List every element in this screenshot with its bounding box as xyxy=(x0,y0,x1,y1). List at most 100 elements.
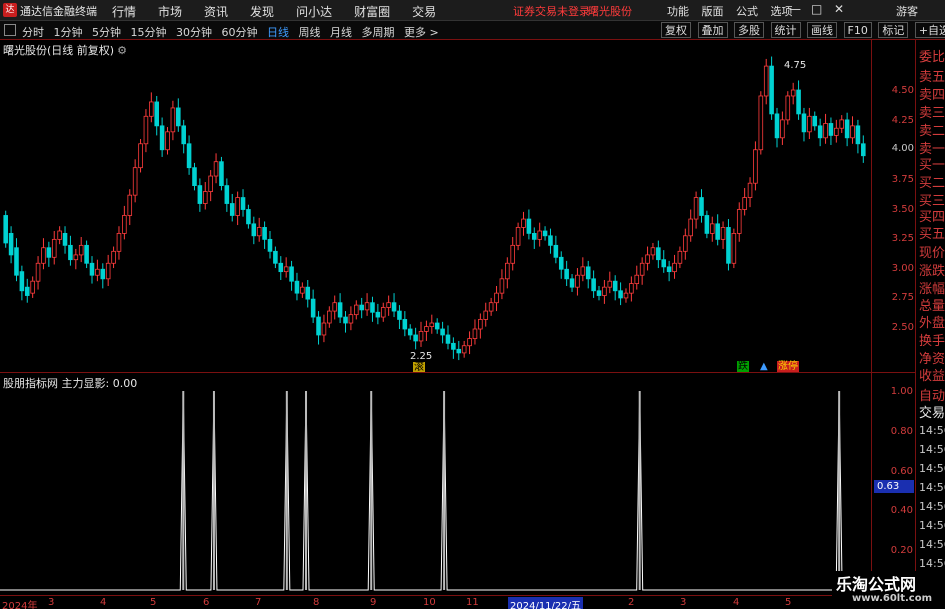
candle-body xyxy=(780,119,785,139)
multi-stock-button[interactable]: 多股 xyxy=(734,22,764,38)
sidebar-item-ask4[interactable]: 卖四 xyxy=(919,84,945,103)
sidebar-item-trade[interactable]: 交易 xyxy=(919,402,945,421)
candle-body xyxy=(294,280,300,294)
sidebar-item-outer[interactable]: 外盘 xyxy=(919,312,945,331)
menu-item-ask[interactable]: 问小达 xyxy=(296,3,332,20)
main-menu: 行情 市场 资讯 发现 问小达 财富圈 交易 xyxy=(112,3,458,20)
candle-body xyxy=(440,328,445,336)
candle-body xyxy=(3,215,8,244)
candle-body xyxy=(661,259,667,268)
tab-1min[interactable]: 1分钟 xyxy=(54,24,83,40)
indicator-tick: 0.40 xyxy=(890,505,913,516)
candle-body xyxy=(418,330,424,342)
candle-body xyxy=(305,286,311,300)
overlay-button[interactable]: 叠加 xyxy=(697,22,728,38)
sidebar-item-turnover[interactable]: 换手 xyxy=(919,330,945,349)
cursor-date: 2024/11/22/五 xyxy=(508,597,584,609)
minimize-icon[interactable]: — xyxy=(789,2,801,16)
tab-30min[interactable]: 30分钟 xyxy=(176,24,212,40)
tab-weekly[interactable]: 周线 xyxy=(299,24,321,40)
current-stock-link[interactable]: 曙光股份 xyxy=(588,3,632,19)
tab-60min[interactable]: 60分钟 xyxy=(222,24,258,40)
sidebar-item-change[interactable]: 涨跌 xyxy=(919,260,945,279)
menu-item-function[interactable]: 功能 xyxy=(667,3,689,19)
candle-body xyxy=(855,125,861,145)
menu-item-discover[interactable]: 发现 xyxy=(250,3,274,20)
candle-body xyxy=(176,107,181,127)
sidebar-item-price[interactable]: 现价 xyxy=(919,242,945,261)
tab-15min[interactable]: 15分钟 xyxy=(131,24,167,40)
sidebar-item-bid2[interactable]: 买二 xyxy=(919,172,945,191)
candle-body xyxy=(165,131,170,151)
statistics-button[interactable]: 统计 xyxy=(770,22,801,38)
candle-body xyxy=(451,342,456,350)
candlestick-plot xyxy=(3,56,866,361)
tick-time: 14:56 xyxy=(919,424,945,437)
candle-body xyxy=(580,266,586,276)
candle-body xyxy=(666,266,672,273)
candle-body xyxy=(542,230,548,237)
layout-toggle-icon[interactable] xyxy=(4,24,16,36)
menu-item-formula[interactable]: 公式 xyxy=(736,3,758,19)
close-icon[interactable]: ✕ xyxy=(834,2,844,16)
indicator-tick: 0.20 xyxy=(890,545,913,556)
menu-item-trade[interactable]: 交易 xyxy=(412,3,436,20)
draw-line-button[interactable]: 画线 xyxy=(807,22,837,38)
tab-timeshare[interactable]: 分时 xyxy=(22,24,44,40)
guest-label[interactable]: 游客 xyxy=(896,3,918,19)
candle-body xyxy=(78,244,84,256)
adjust-button[interactable]: 复权 xyxy=(661,22,691,38)
mark-button[interactable]: 标记 xyxy=(878,22,909,38)
candle-body xyxy=(709,223,715,234)
tab-5min[interactable]: 5分钟 xyxy=(92,24,121,40)
candle-body xyxy=(100,268,106,280)
tab-daily[interactable]: 日线 xyxy=(267,24,289,40)
candle-body xyxy=(24,286,30,296)
candle-body xyxy=(505,262,510,280)
menu-item-news[interactable]: 资讯 xyxy=(204,3,228,20)
sidebar-item-ask5[interactable]: 卖五 xyxy=(919,66,945,85)
indicator-plot xyxy=(0,390,868,591)
candle-body xyxy=(467,338,472,347)
candle-body xyxy=(348,314,354,324)
candle-body xyxy=(229,203,235,216)
sidebar-item-bid1[interactable]: 买一 xyxy=(919,154,945,173)
candle-body xyxy=(407,328,413,336)
menu-item-market[interactable]: 市场 xyxy=(158,3,182,20)
add-watchlist-button[interactable]: +自选 xyxy=(914,22,945,38)
candle-body xyxy=(602,286,607,296)
indicator-chart[interactable] xyxy=(0,373,915,595)
period-bar: 分时 1分钟 5分钟 15分钟 30分钟 60分钟 日线 周线 月线 多周期 更… xyxy=(0,21,945,40)
f10-button[interactable]: F10 xyxy=(843,22,872,38)
date-tick: 2 xyxy=(628,597,635,608)
settings-icon[interactable]: ⚙ xyxy=(117,44,127,57)
tab-monthly[interactable]: 月线 xyxy=(330,24,352,40)
sidebar-item-ask2[interactable]: 卖二 xyxy=(919,120,945,139)
candle-body xyxy=(170,107,176,133)
login-status[interactable]: 证券交易未登录 xyxy=(513,3,590,19)
sidebar-item-bid5[interactable]: 买五 xyxy=(919,223,945,242)
sidebar-item-ask3[interactable]: 卖三 xyxy=(919,102,945,121)
tab-multi-period[interactable]: 多周期 xyxy=(362,24,395,40)
date-tick: 4 xyxy=(100,597,107,608)
candle-body xyxy=(429,322,435,328)
candle-body xyxy=(742,197,747,210)
candle-body xyxy=(596,290,602,296)
candle-body xyxy=(105,262,111,280)
candle-body xyxy=(186,143,192,169)
candle-body xyxy=(273,250,278,264)
tick-time: 14:56 xyxy=(919,557,945,570)
menu-item-layout[interactable]: 版面 xyxy=(702,3,724,19)
candle-body xyxy=(14,247,19,276)
sidebar-item-earnings[interactable]: 收益 xyxy=(919,365,945,384)
menu-item-wealth[interactable]: 财富圈 xyxy=(354,3,390,20)
tab-more[interactable]: 更多 > xyxy=(404,24,439,40)
candle-body xyxy=(127,194,133,216)
candle-body xyxy=(585,266,591,280)
maximize-icon[interactable]: □ xyxy=(811,2,822,16)
candle-body xyxy=(515,227,521,246)
sidebar-item-bid-ratio[interactable]: 委比 xyxy=(919,46,945,65)
candle-body xyxy=(629,283,634,294)
price-chart[interactable] xyxy=(0,40,915,373)
menu-item-quotes[interactable]: 行情 xyxy=(112,3,136,20)
